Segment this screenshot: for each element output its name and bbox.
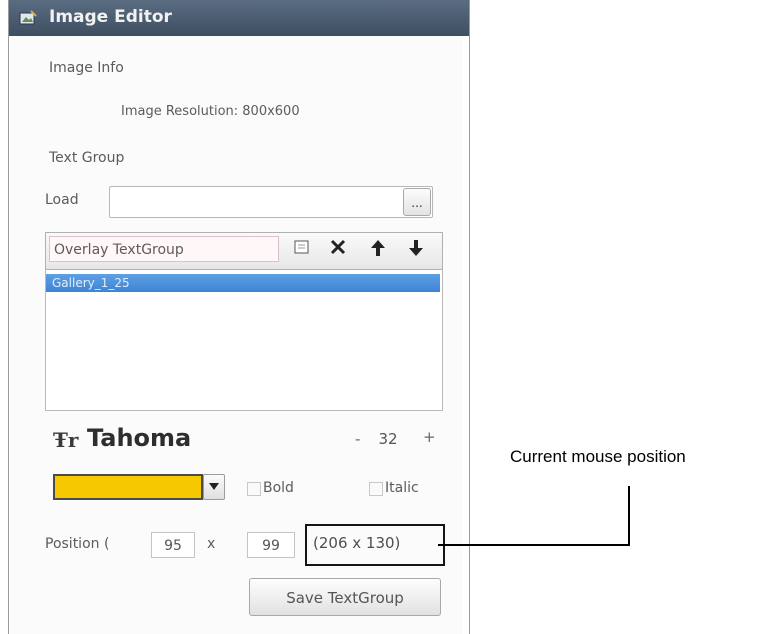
mouse-position-readout: (206 x 130) <box>313 534 401 552</box>
callout-line <box>628 486 630 546</box>
position-label: Position ( <box>45 536 110 552</box>
image-resolution-text: Image Resolution: 800x600 <box>121 104 300 119</box>
color-dropdown-button[interactable] <box>203 474 225 500</box>
position-y-input[interactable]: 99 <box>247 532 295 558</box>
italic-label: Italic <box>385 480 419 496</box>
font-size-decrease-button[interactable]: - <box>355 430 360 448</box>
browse-button[interactable]: ... <box>403 188 431 216</box>
callout-label: Current mouse position <box>510 447 686 466</box>
truetype-font-icon: Ŧr <box>53 428 79 452</box>
save-textgroup-button[interactable]: Save TextGroup <box>249 578 441 616</box>
font-name[interactable]: Tahoma <box>87 424 191 452</box>
callout-line <box>438 544 630 546</box>
bold-label: Bold <box>263 480 294 496</box>
image-editor-icon <box>19 10 37 25</box>
image-info-label: Image Info <box>49 60 124 76</box>
move-up-icon[interactable] <box>367 238 389 260</box>
load-path-input[interactable] <box>109 186 433 218</box>
font-size-increase-button[interactable]: + <box>423 428 436 446</box>
window-title: Image Editor <box>49 7 172 27</box>
position-separator: x <box>207 536 216 552</box>
delete-icon[interactable] <box>327 238 349 260</box>
load-label: Load <box>45 192 79 208</box>
bold-checkbox[interactable] <box>247 482 261 496</box>
chevron-down-icon <box>209 483 219 490</box>
position-x-input[interactable]: 95 <box>151 532 195 558</box>
new-item-icon[interactable] <box>291 238 313 260</box>
title-bar[interactable]: Image Editor <box>9 0 469 36</box>
overlay-textgroup-select[interactable]: Overlay TextGroup <box>49 236 279 262</box>
image-editor-window: Image Editor Image Info Image Resolution… <box>8 0 470 634</box>
font-size-value[interactable]: 32 <box>373 430 403 448</box>
italic-checkbox[interactable] <box>369 482 383 496</box>
text-group-label: Text Group <box>49 150 125 166</box>
move-down-icon[interactable] <box>405 238 427 260</box>
text-color-swatch[interactable] <box>53 474 203 500</box>
list-item[interactable]: Gallery_1_25 <box>46 274 440 292</box>
